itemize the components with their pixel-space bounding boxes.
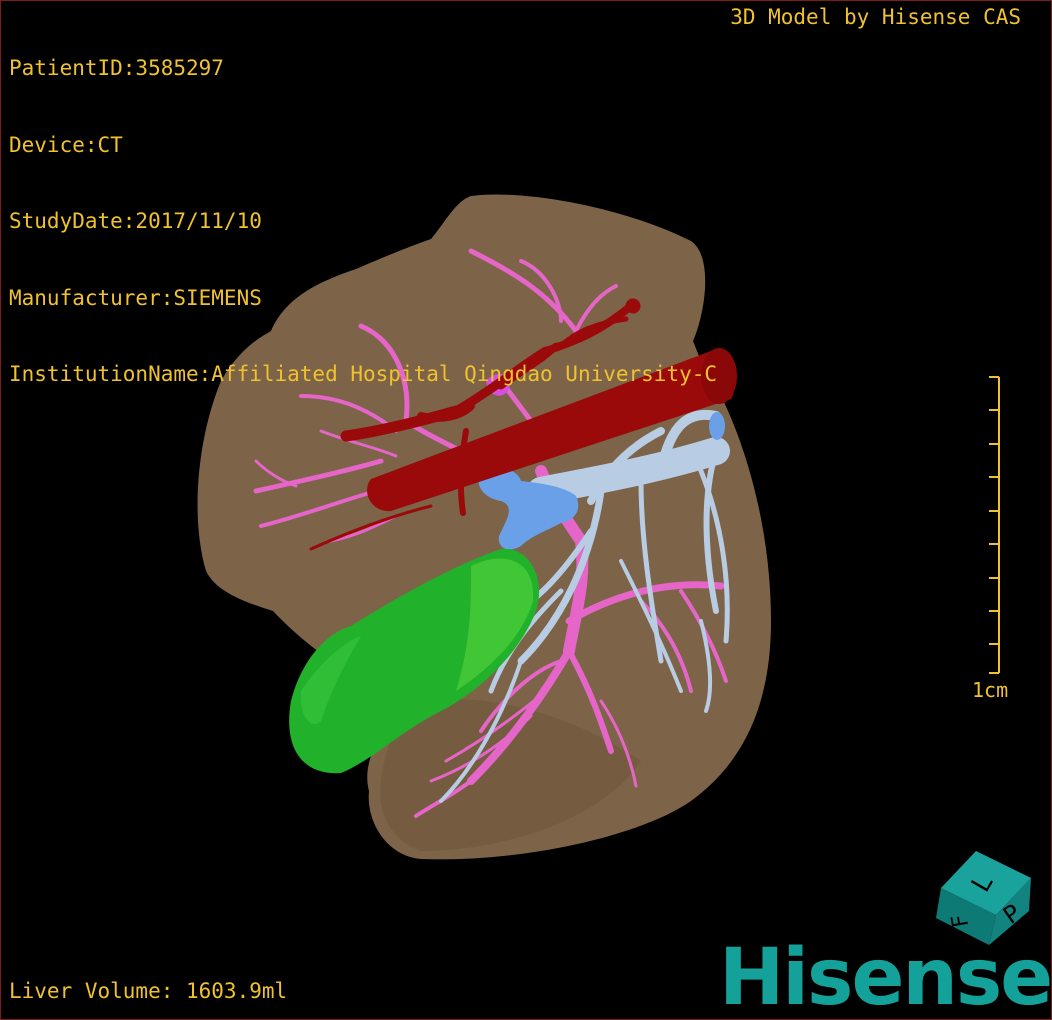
institution-name: InstitutionName:Affiliated Hospital Qing… [9,362,718,386]
device: Device:CT [9,132,123,157]
patient-id: PatientID:3585297 [9,56,224,80]
liver-volume: Liver Volume: 1603.9ml [9,979,288,1003]
3d-viewport[interactable]: PatientID:3585297 Device:CT StudyDate:20… [0,0,1052,1020]
manufacturer: Manufacturer:SIEMENS [9,285,262,310]
patient-info-overlay: PatientID:3585297 Device:CT StudyDate:20… [9,5,717,439]
hisense-logo: Hisense [719,933,1052,1020]
study-date: StudyDate:2017/11/10 [9,209,262,233]
scale-bar [989,376,1000,674]
scale-bar-label: 1cm [972,678,1009,702]
model-credit: 3D Model by Hisense CAS [730,5,1021,29]
